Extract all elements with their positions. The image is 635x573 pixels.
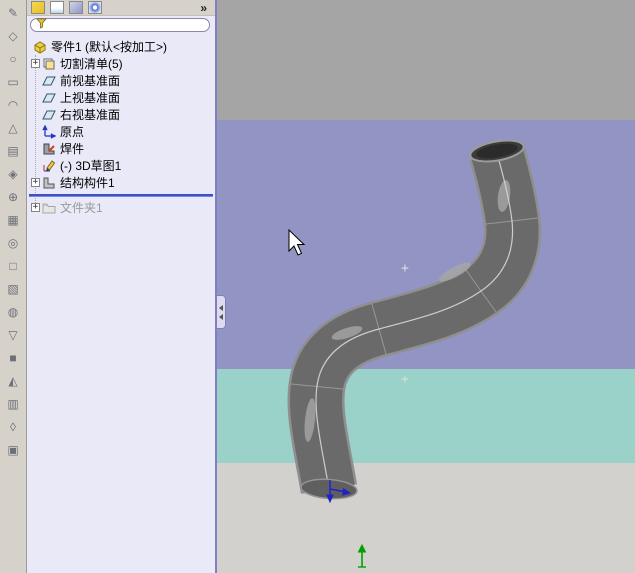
tool-icon[interactable]: ▦ <box>1 209 25 232</box>
feature-manager-panel: » 零件1 (默认<按加工>) + 切割清单(5) 前视基准面 上视基准面 右视… <box>27 0 217 573</box>
origin-icon <box>42 124 57 139</box>
panel-overflow-chevron[interactable]: » <box>200 1 207 15</box>
expand-toggle[interactable]: + <box>31 203 40 212</box>
dimxpert-tab-icon[interactable] <box>88 1 102 14</box>
tool-icon[interactable]: ▭ <box>1 71 25 94</box>
expand-toggle[interactable]: + <box>31 178 40 187</box>
sketch3d-icon <box>42 159 57 173</box>
tree-item-origin[interactable]: 原点 <box>27 123 215 140</box>
tree-item-label: 文件夹1 <box>60 201 103 215</box>
reference-point-marker: + <box>401 372 409 387</box>
tool-icon[interactable]: ✎ <box>1 2 25 25</box>
tool-icon[interactable]: ◎ <box>1 232 25 255</box>
expand-toggle[interactable] <box>31 144 40 153</box>
panel-collapse-handle[interactable] <box>217 295 226 329</box>
tree-item-label: 原点 <box>60 125 85 139</box>
part-icon <box>33 40 48 54</box>
tool-icon[interactable]: □ <box>1 255 25 278</box>
expand-toggle[interactable] <box>31 76 40 85</box>
mouse-cursor <box>288 228 306 256</box>
expand-toggle[interactable] <box>31 161 40 170</box>
tree-item-label: 焊件 <box>60 142 85 156</box>
tool-icon[interactable]: ▽ <box>1 324 25 347</box>
tree-item-right-plane[interactable]: 右视基准面 <box>27 106 215 123</box>
tool-icon[interactable]: ▤ <box>1 140 25 163</box>
tree-item-label: (-) 3D草图1 <box>60 159 122 173</box>
expand-toggle[interactable]: + <box>31 59 40 68</box>
tool-icon[interactable]: ■ <box>1 347 25 370</box>
tool-icon[interactable]: ◍ <box>1 301 25 324</box>
tool-icon[interactable]: ○ <box>1 48 25 71</box>
tool-icon[interactable]: ◈ <box>1 163 25 186</box>
tool-icon[interactable]: ◠ <box>1 94 25 117</box>
tool-icon[interactable]: △ <box>1 117 25 140</box>
tree-item-structural-member[interactable]: + 结构构件1 <box>27 174 215 191</box>
folder-icon <box>42 201 57 215</box>
left-toolbar: ✎ ◇ ○ ▭ ◠ △ ▤ ◈ ⊕ ▦ ◎ □ ▧ ◍ ▽ ■ ◭ ▥ ◊ ▣ <box>0 0 27 573</box>
graphics-area[interactable]: + + <box>217 0 635 573</box>
scene-overlay <box>287 137 542 568</box>
filter-icon <box>36 18 47 32</box>
tree-item-3d-sketch[interactable]: (-) 3D草图1 <box>27 157 215 174</box>
expand-toggle[interactable] <box>31 127 40 136</box>
tool-icon[interactable]: ⊕ <box>1 186 25 209</box>
tool-icon[interactable]: ▧ <box>1 278 25 301</box>
configurationmanager-tab-icon[interactable] <box>69 1 83 14</box>
tree-item-top-plane[interactable]: 上视基准面 <box>27 89 215 106</box>
pipe-model[interactable] <box>287 137 542 500</box>
cutlist-icon <box>42 57 57 71</box>
tree-item-label: 前视基准面 <box>60 74 121 88</box>
plane-icon <box>42 74 57 88</box>
weldment-icon <box>42 142 57 156</box>
tree-item-label: 结构构件1 <box>60 176 115 190</box>
tool-icon[interactable]: ▥ <box>1 393 25 416</box>
expand-toggle[interactable] <box>31 93 40 102</box>
featuremanager-tab-icon[interactable] <box>31 1 45 14</box>
tree-item-label: 切割清单(5) <box>60 57 123 71</box>
y-axis-indicator <box>357 543 367 568</box>
tree-item-folder[interactable]: + 文件夹1 <box>27 199 215 216</box>
tree-item-label: 右视基准面 <box>60 108 121 122</box>
tree-item-front-plane[interactable]: 前视基准面 <box>27 72 215 89</box>
tool-icon[interactable]: ◊ <box>1 416 25 439</box>
panel-tab-bar: » <box>27 0 215 16</box>
tree-item-cutlist[interactable]: + 切割清单(5) <box>27 55 215 72</box>
tree-item-label: 零件1 (默认<按加工>) <box>51 40 168 54</box>
tree-item-weldment[interactable]: 焊件 <box>27 140 215 157</box>
solidworks-window: ✎ ◇ ○ ▭ ◠ △ ▤ ◈ ⊕ ▦ ◎ □ ▧ ◍ ▽ ■ ◭ ▥ ◊ ▣ … <box>0 0 635 573</box>
plane-icon <box>42 108 57 122</box>
rollback-bar[interactable] <box>29 194 213 197</box>
propertymanager-tab-icon[interactable] <box>50 1 64 14</box>
feature-tree: 零件1 (默认<按加工>) + 切割清单(5) 前视基准面 上视基准面 右视基准… <box>27 38 215 216</box>
plane-icon <box>42 91 57 105</box>
tool-icon[interactable]: ◇ <box>1 25 25 48</box>
tree-item-label: 上视基准面 <box>60 91 121 105</box>
expand-toggle[interactable] <box>31 110 40 119</box>
reference-point-marker: + <box>401 261 409 276</box>
tree-filter-field[interactable] <box>30 18 210 32</box>
tool-icon[interactable]: ▣ <box>1 439 25 462</box>
tool-icon[interactable]: ◭ <box>1 370 25 393</box>
tree-item-part-root[interactable]: 零件1 (默认<按加工>) <box>27 38 215 55</box>
collapse-arrow-icon <box>219 313 223 320</box>
collapse-arrow-icon <box>219 304 223 311</box>
structural-member-icon <box>42 176 57 190</box>
